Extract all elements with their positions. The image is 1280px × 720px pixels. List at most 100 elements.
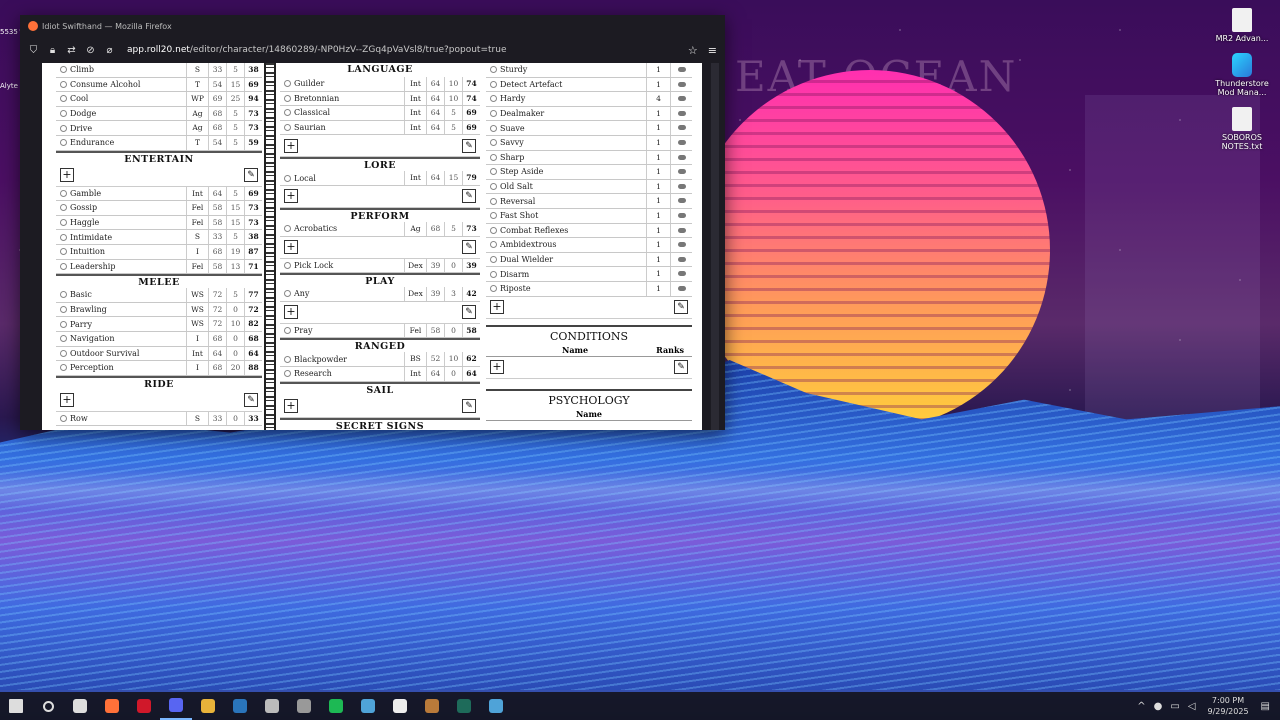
- talent-name[interactable]: Combat Reflexes: [500, 226, 646, 235]
- talent-row[interactable]: Hardy 4: [486, 92, 692, 107]
- add-button[interactable]: +: [284, 189, 298, 204]
- skill-name[interactable]: Drive: [70, 124, 186, 133]
- roll-button[interactable]: [490, 197, 497, 205]
- add-button[interactable]: +: [60, 393, 74, 408]
- skill-advances[interactable]: 10: [444, 77, 462, 91]
- talent-rank[interactable]: 1: [646, 208, 670, 223]
- add-button[interactable]: +: [60, 168, 74, 183]
- skill-name[interactable]: Cool: [70, 94, 186, 103]
- taskbar-button[interactable]: [96, 692, 128, 720]
- skill-advances[interactable]: 10: [444, 91, 462, 106]
- roll-button[interactable]: [284, 124, 291, 132]
- skill-advances[interactable]: 15: [226, 201, 244, 215]
- talent-rank[interactable]: 1: [646, 252, 670, 267]
- skill-name[interactable]: Intuition: [70, 247, 186, 256]
- desktop-icon[interactable]: SOBOROS NOTES.txt: [1212, 107, 1272, 151]
- roll-button[interactable]: [60, 291, 67, 299]
- skill-advances[interactable]: 5: [444, 120, 462, 135]
- talent-toggle[interactable]: [670, 150, 692, 165]
- skill-row[interactable]: Saurian Int 64 5 69: [280, 120, 480, 136]
- skill-row[interactable]: Local Int 64 15 79: [280, 171, 480, 186]
- skill-row[interactable]: Perception I 68 20 88: [56, 361, 262, 376]
- skill-row[interactable]: Haggle Fel 58 15 73: [56, 215, 262, 231]
- talent-row[interactable]: Step Aside 1: [486, 165, 692, 180]
- talent-name[interactable]: Old Salt: [500, 182, 646, 191]
- talent-row[interactable]: Sharp 1: [486, 150, 692, 166]
- roll-button[interactable]: [60, 66, 67, 74]
- talent-row[interactable]: Detect Artefact 1: [486, 77, 692, 93]
- roll-button[interactable]: [284, 355, 291, 363]
- roll-button[interactable]: [60, 335, 67, 343]
- skill-name[interactable]: Any: [294, 289, 404, 298]
- skill-advances[interactable]: 3: [444, 287, 462, 301]
- talent-rank[interactable]: 1: [646, 179, 670, 194]
- skill-row[interactable]: Intimidate S 33 5 38: [56, 230, 262, 245]
- add-button[interactable]: +: [284, 240, 298, 255]
- roll-button[interactable]: [284, 327, 291, 335]
- roll-button[interactable]: [60, 124, 67, 132]
- talent-toggle[interactable]: [670, 165, 692, 179]
- roll-button[interactable]: [490, 80, 497, 88]
- talent-row[interactable]: Fast Shot 1: [486, 208, 692, 224]
- roll-button[interactable]: [490, 212, 497, 220]
- skill-name[interactable]: Row: [70, 414, 186, 423]
- taskbar-button[interactable]: [0, 692, 32, 720]
- skill-advances[interactable]: 15: [226, 215, 244, 230]
- edit-button[interactable]: ✎: [244, 168, 258, 183]
- talent-toggle[interactable]: [670, 92, 692, 106]
- skill-row[interactable]: Endurance T 54 5 59: [56, 135, 262, 151]
- roll-button[interactable]: [490, 110, 497, 118]
- talent-rank[interactable]: 1: [646, 106, 670, 121]
- skill-name[interactable]: Navigation: [70, 334, 186, 343]
- skill-name[interactable]: Endurance: [70, 138, 186, 147]
- talent-toggle[interactable]: [670, 252, 692, 267]
- add-button[interactable]: +: [490, 360, 504, 374]
- lock-icon[interactable]: 🔒︎: [47, 45, 58, 56]
- taskbar-button[interactable]: [32, 692, 64, 720]
- talent-row[interactable]: Sturdy 1: [486, 63, 692, 78]
- skill-name[interactable]: Pick Lock: [294, 261, 404, 270]
- roll-button[interactable]: [490, 285, 497, 293]
- taskbar-button[interactable]: [256, 692, 288, 720]
- talent-row[interactable]: Ambidextrous 1: [486, 238, 692, 253]
- add-button[interactable]: +: [284, 399, 298, 414]
- skill-row[interactable]: Row S 33 0 33: [56, 411, 262, 427]
- roll-button[interactable]: [60, 306, 67, 314]
- roll-button[interactable]: [490, 241, 497, 249]
- talent-toggle[interactable]: [670, 77, 692, 92]
- skill-name[interactable]: Outdoor Survival: [70, 349, 186, 358]
- edit-button[interactable]: ✎: [462, 305, 476, 320]
- edit-button[interactable]: ✎: [674, 360, 688, 374]
- skill-advances[interactable]: 10: [226, 317, 244, 331]
- skill-advances[interactable]: 5: [444, 106, 462, 120]
- talent-row[interactable]: Reversal 1: [486, 194, 692, 209]
- taskbar-button[interactable]: [416, 692, 448, 720]
- roll-button[interactable]: [490, 139, 497, 147]
- roll-button[interactable]: [60, 189, 67, 197]
- skill-advances[interactable]: 5: [226, 186, 244, 201]
- talent-name[interactable]: Sharp: [500, 153, 646, 162]
- skill-advances[interactable]: 0: [226, 302, 244, 317]
- firefox-window[interactable]: Idiot Swifthand — Mozilla Firefox ⛉ 🔒︎ ⇄…: [20, 15, 725, 430]
- talent-name[interactable]: Riposte: [500, 284, 646, 293]
- skill-advances[interactable]: 5: [226, 135, 244, 150]
- skill-name[interactable]: Basic: [70, 290, 186, 299]
- roll-button[interactable]: [490, 226, 497, 234]
- talent-name[interactable]: Dual Wielder: [500, 255, 646, 264]
- roll-button[interactable]: [60, 364, 67, 372]
- skill-name[interactable]: Parry: [70, 320, 186, 329]
- taskbar-button[interactable]: [448, 692, 480, 720]
- edit-button[interactable]: ✎: [244, 393, 258, 408]
- skill-row[interactable]: Navigation I 68 0 68: [56, 331, 262, 347]
- skill-advances[interactable]: 0: [226, 346, 244, 361]
- skill-row[interactable]: Pray Fel 58 0 58: [280, 323, 480, 339]
- menu-icon[interactable]: ≡: [708, 44, 717, 57]
- skill-name[interactable]: Local: [294, 174, 404, 183]
- talent-row[interactable]: Combat Reflexes 1: [486, 223, 692, 239]
- volume-icon[interactable]: ◁: [1188, 701, 1196, 712]
- skill-advances[interactable]: 5: [226, 288, 244, 302]
- skill-advances[interactable]: 13: [226, 259, 244, 274]
- skill-row[interactable]: Dodge Ag 68 5 73: [56, 106, 262, 122]
- skill-advances[interactable]: 0: [444, 366, 462, 381]
- talent-toggle[interactable]: [670, 208, 692, 223]
